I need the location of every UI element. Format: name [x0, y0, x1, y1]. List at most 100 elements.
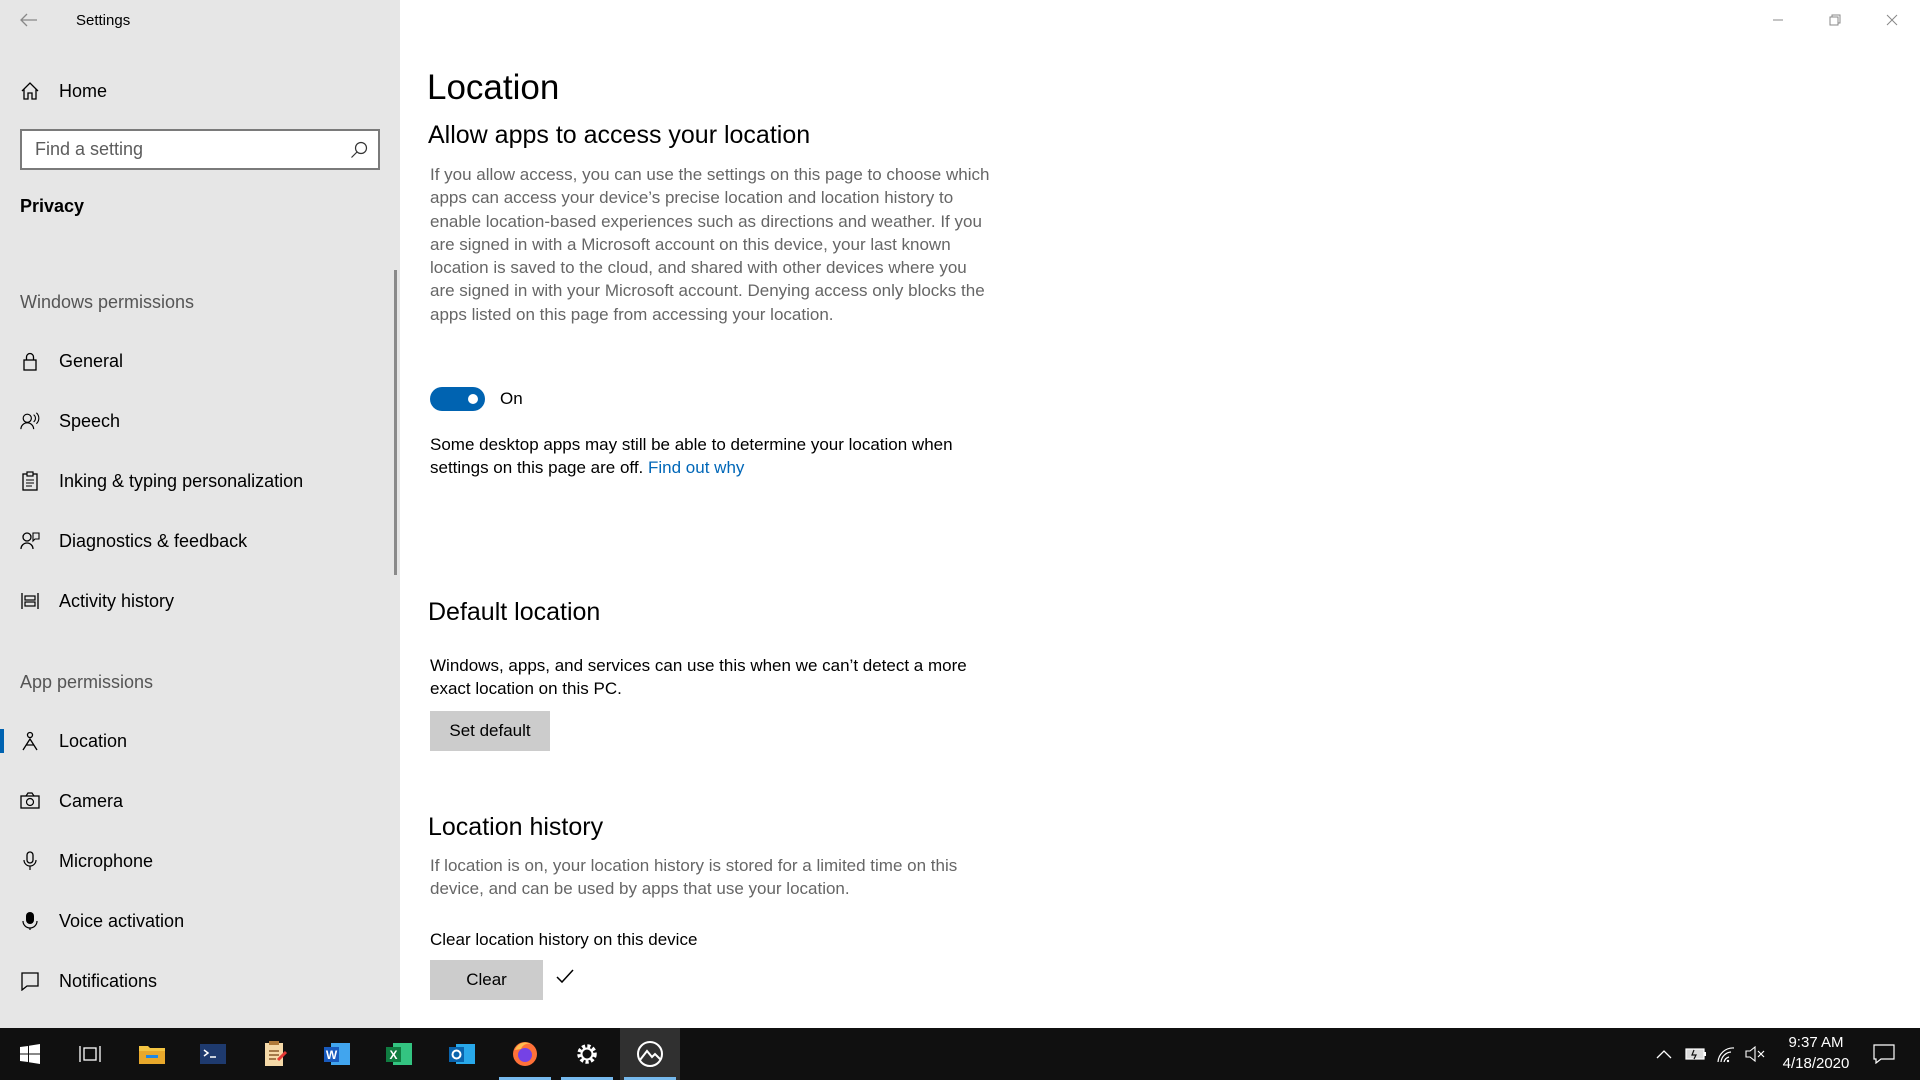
start-button[interactable]: [0, 1028, 60, 1080]
volume-button[interactable]: [1742, 1028, 1768, 1080]
restore-icon: [1829, 14, 1840, 26]
show-hidden-icons-button[interactable]: [1652, 1028, 1676, 1080]
main-content: Location Allow apps to access your locat…: [400, 0, 1920, 1028]
location-icon: [20, 731, 40, 751]
settings-icon: [577, 1044, 597, 1064]
location-history-description: If location is on, your location history…: [430, 856, 958, 899]
file-explorer-icon: [139, 1046, 165, 1064]
sidebar-item-speech[interactable]: Speech: [0, 396, 400, 446]
sidebar-item-label: Camera: [59, 790, 124, 811]
sidebar-item-general[interactable]: General: [0, 336, 400, 386]
clock-time: 9:37 AM: [1788, 1034, 1844, 1051]
clipboard-icon: [20, 471, 40, 491]
set-default-button[interactable]: Set default: [430, 711, 550, 751]
lock-icon: [20, 351, 40, 371]
sidebar-item-label: Microphone: [59, 850, 154, 871]
taskbar-excel[interactable]: X: [369, 1028, 429, 1080]
terminal-icon: [200, 1044, 226, 1064]
find-out-why-link[interactable]: Find out why: [648, 458, 744, 477]
sidebar-item-diagnostics[interactable]: Diagnostics & feedback: [0, 516, 400, 566]
wifi-icon: [1717, 1047, 1735, 1063]
svg-text:W: W: [326, 1048, 338, 1062]
excel-icon: X: [386, 1043, 412, 1065]
sidebar-item-notifications[interactable]: Notifications: [0, 956, 400, 1006]
toggle-state-label: On: [500, 389, 523, 408]
taskbar-file-explorer[interactable]: [122, 1028, 182, 1080]
photos-icon: [637, 1041, 663, 1067]
search-input[interactable]: [22, 139, 332, 160]
sidebar-item-location[interactable]: Location: [0, 716, 400, 766]
minimize-icon: [1772, 19, 1783, 21]
default-location-description: Windows, apps, and services can use this…: [430, 656, 967, 699]
group-label-windows-permissions: Windows permissions: [20, 292, 195, 312]
sidebar-item-label: General: [59, 350, 124, 371]
restore-button[interactable]: [1806, 0, 1863, 40]
close-button[interactable]: [1863, 0, 1920, 40]
sidebar-item-inking-typing[interactable]: Inking & typing personalization: [0, 456, 400, 506]
microphone-icon: [20, 851, 40, 871]
word-icon: W: [324, 1043, 350, 1065]
title-bar: Settings: [0, 0, 400, 40]
notepad-icon: [265, 1041, 288, 1066]
taskbar: W X 9:37 AM 4/18/2020: [0, 1028, 1920, 1080]
sidebar-item-label: Diagnostics & feedback: [59, 530, 248, 551]
chevron-up-icon: [1656, 1050, 1672, 1059]
notifications-icon: [20, 971, 40, 991]
sidebar-item-microphone[interactable]: Microphone: [0, 836, 400, 886]
close-icon: [1886, 14, 1897, 26]
battery-button[interactable]: [1682, 1028, 1710, 1080]
search-icon[interactable]: [350, 141, 368, 159]
location-history-heading: Location history: [428, 813, 604, 841]
location-access-toggle[interactable]: [430, 387, 485, 411]
allow-section-heading: Allow apps to access your location: [428, 121, 811, 149]
app-title: Settings: [76, 11, 131, 29]
checkmark-icon: [556, 969, 574, 984]
camera-icon: [20, 791, 40, 811]
minimize-button[interactable]: [1749, 0, 1806, 40]
sidebar-item-camera[interactable]: Camera: [0, 776, 400, 826]
outlook-icon: [449, 1044, 475, 1064]
start-icon: [20, 1044, 40, 1064]
sidebar-item-label: Notifications: [59, 970, 158, 991]
firefox-icon: [513, 1042, 537, 1066]
section-title-privacy: Privacy: [20, 196, 85, 216]
back-arrow-icon: [20, 13, 37, 27]
sidebar-item-label: Home: [59, 80, 108, 101]
selection-indicator: [0, 729, 4, 753]
default-location-heading: Default location: [428, 598, 601, 626]
sidebar: Settings Home Privacy Windows permission…: [0, 0, 400, 1028]
home-icon: [20, 81, 40, 101]
window-controls: [1749, 0, 1920, 40]
taskbar-photos[interactable]: [620, 1028, 680, 1080]
sidebar-item-label: Voice activation: [59, 910, 185, 931]
network-button[interactable]: [1712, 1028, 1740, 1080]
taskbar-terminal[interactable]: [183, 1028, 243, 1080]
sidebar-item-label: Inking & typing personalization: [59, 470, 304, 491]
voice-activation-icon: [20, 911, 40, 931]
taskbar-settings[interactable]: [557, 1028, 617, 1080]
sidebar-item-label: Activity history: [59, 590, 175, 611]
sidebar-scrollbar[interactable]: [394, 270, 397, 575]
page-title: Location: [427, 68, 560, 107]
action-center-button[interactable]: [1864, 1028, 1904, 1080]
group-label-app-permissions: App permissions: [20, 672, 154, 692]
taskbar-word[interactable]: W: [307, 1028, 367, 1080]
sidebar-item-label: Speech: [59, 410, 121, 431]
task-view-icon: [79, 1046, 101, 1062]
task-view-button[interactable]: [60, 1028, 120, 1080]
clear-button[interactable]: Clear: [430, 960, 543, 1000]
activity-history-icon: [20, 591, 40, 611]
taskbar-outlook[interactable]: [432, 1028, 492, 1080]
search-box: [20, 129, 380, 170]
feedback-icon: [20, 531, 40, 551]
svg-text:X: X: [389, 1048, 397, 1062]
toggle-knob: [468, 394, 478, 404]
sidebar-item-activity-history[interactable]: Activity history: [0, 576, 400, 626]
taskbar-clock[interactable]: 9:37 AM 4/18/2020: [1770, 1032, 1862, 1074]
battery-icon: [1685, 1048, 1706, 1060]
back-button[interactable]: [0, 0, 58, 40]
taskbar-notepad[interactable]: [245, 1028, 305, 1080]
sidebar-item-home[interactable]: Home: [0, 66, 400, 116]
taskbar-firefox[interactable]: [495, 1028, 555, 1080]
sidebar-item-voice-activation[interactable]: Voice activation: [0, 896, 400, 946]
